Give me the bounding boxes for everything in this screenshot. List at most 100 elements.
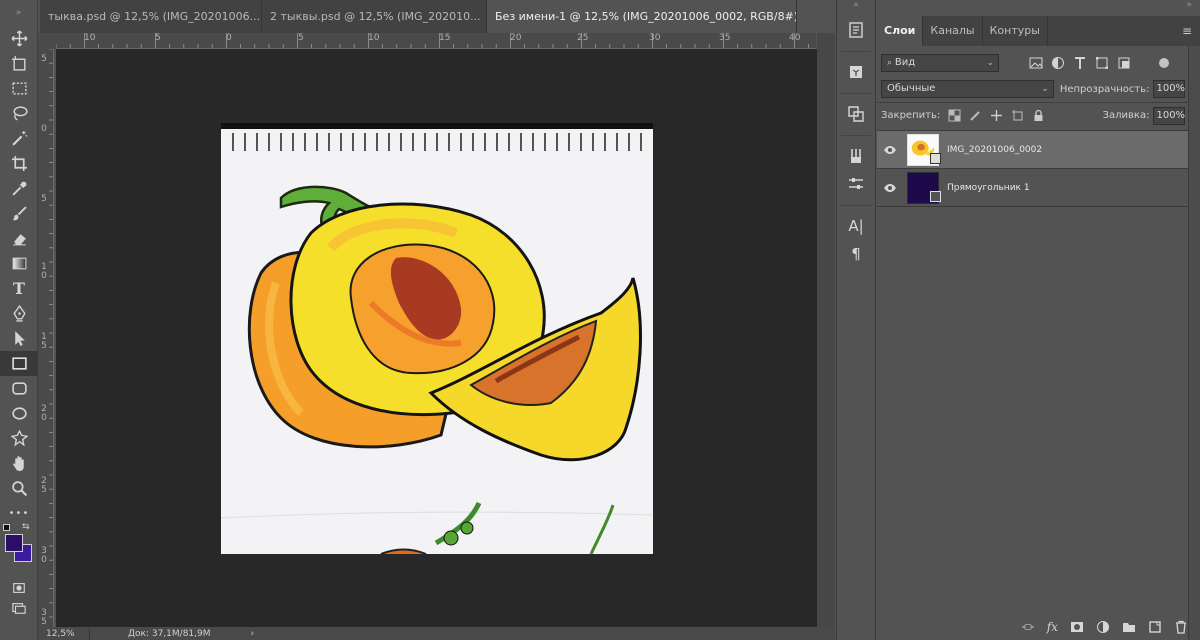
ruler-corner[interactable] xyxy=(38,33,56,49)
lock-all-icon[interactable] xyxy=(1032,109,1045,122)
move-tool[interactable] xyxy=(0,26,38,51)
adjustment-icon[interactable] xyxy=(1096,620,1110,634)
zoom-field[interactable]: 12,5% xyxy=(38,628,90,639)
more-icon: ••• xyxy=(8,508,30,519)
document-canvas[interactable] xyxy=(221,123,653,554)
vertical-ruler[interactable]: 5 0 5 1 0 1 5 2 0 2 5 3 0 3 5 xyxy=(38,49,54,627)
paragraph-icon: ¶ xyxy=(851,245,861,263)
layers-panel: » Слои Каналы Контуры ≡ ⌕ Вид ⌄ Обычные … xyxy=(877,0,1200,640)
gradient-tool[interactable] xyxy=(0,251,38,276)
doc-tab-1[interactable]: тыква.psd @ 12,5% (IMG_20201006...× xyxy=(40,0,262,33)
layer-name[interactable]: IMG_20201006_0002 xyxy=(947,145,1042,155)
character-icon: A| xyxy=(848,217,864,235)
rectangle-tool[interactable] xyxy=(0,351,38,376)
blend-mode-select[interactable]: Обычные ⌄ xyxy=(881,80,1054,98)
panel-menu-icon[interactable]: ≡ xyxy=(1182,24,1192,38)
path-selection-icon xyxy=(14,331,25,346)
trash-icon[interactable] xyxy=(1174,620,1188,634)
quick-mask-button[interactable] xyxy=(0,578,38,598)
history-panel-button[interactable] xyxy=(837,16,875,44)
hand-tool[interactable] xyxy=(0,451,38,476)
canvas-vertical-scrollbar[interactable] xyxy=(817,33,835,627)
search-icon: ⌕ xyxy=(887,58,895,68)
fx-icon[interactable]: fx xyxy=(1047,620,1058,634)
properties-panel-button[interactable] xyxy=(837,100,875,128)
canvas-pasteboard[interactable] xyxy=(56,49,817,627)
brush-tool[interactable] xyxy=(0,201,38,226)
lock-image-pixels-icon[interactable] xyxy=(969,109,982,122)
doc-tab-2[interactable]: 2 тыквы.psd @ 12,5% (IMG_202010...× xyxy=(262,0,487,33)
layer-filter-select[interactable]: ⌕ Вид ⌄ xyxy=(881,54,999,72)
group-icon[interactable] xyxy=(1122,620,1136,634)
fill-input[interactable]: 100% xyxy=(1153,106,1186,125)
rounded-rectangle-icon xyxy=(11,382,27,395)
brushes-panel-button[interactable] xyxy=(837,142,875,170)
toolbar-collapse-grip[interactable]: » xyxy=(0,0,37,26)
dock-collapse-grip[interactable]: « xyxy=(837,0,875,16)
layer-row[interactable]: Прямоугольник 1 xyxy=(877,169,1200,207)
type-filter-icon[interactable] xyxy=(1073,56,1087,70)
lock-artboard-icon[interactable] xyxy=(1011,109,1024,122)
ruler-label: 25 xyxy=(577,33,589,43)
panel-dock: « A| ¶ xyxy=(836,0,876,640)
more-tools[interactable]: ••• xyxy=(0,501,38,526)
screen-mode-button[interactable] xyxy=(0,598,38,618)
visibility-toggle[interactable] xyxy=(877,183,903,193)
layers-list: IMG_20201006_0002 Прямоугольник 1 xyxy=(877,130,1200,207)
paragraph-panel-button[interactable]: ¶ xyxy=(837,240,875,268)
tab-paths[interactable]: Контуры xyxy=(983,16,1048,46)
shape-filter-icon[interactable] xyxy=(1095,56,1109,70)
new-layer-icon[interactable] xyxy=(1148,620,1162,634)
layer-filter-icons xyxy=(1029,56,1169,70)
smart-object-badge xyxy=(930,152,941,164)
tab-layers[interactable]: Слои xyxy=(877,16,924,46)
magic-wand-tool[interactable] xyxy=(0,126,38,151)
link-icon[interactable] xyxy=(1021,620,1035,634)
horizontal-ruler[interactable]: 10 5 0 5 10 15 20 25 30 35 40 xyxy=(56,33,816,49)
default-colors-icon[interactable] xyxy=(3,524,10,531)
pen-tool[interactable] xyxy=(0,301,38,326)
lock-position-icon[interactable] xyxy=(990,109,1003,122)
lock-transparent-pixels-icon[interactable] xyxy=(948,109,961,122)
character-panel-button[interactable]: A| xyxy=(837,212,875,240)
path-selection-tool[interactable] xyxy=(0,326,38,351)
eraser-tool[interactable] xyxy=(0,226,38,251)
custom-shape-tool[interactable] xyxy=(0,426,38,451)
eraser-icon xyxy=(12,234,26,246)
artboard-icon xyxy=(11,56,26,71)
artboard-tool[interactable] xyxy=(0,51,38,76)
3d-panel-button[interactable] xyxy=(837,58,875,86)
adjustment-filter-icon[interactable] xyxy=(1051,56,1065,70)
rounded-rectangle-tool[interactable] xyxy=(0,376,38,401)
swap-colors-icon[interactable]: ⇆ xyxy=(22,522,30,532)
marquee-tool[interactable] xyxy=(0,76,38,101)
mask-icon[interactable] xyxy=(1070,620,1084,634)
tab-channels[interactable]: Каналы xyxy=(923,16,983,46)
lasso-tool[interactable] xyxy=(0,101,38,126)
ellipse-tool[interactable] xyxy=(0,401,38,426)
layer-name[interactable]: Прямоугольник 1 xyxy=(947,183,1030,193)
ellipse-icon xyxy=(11,407,27,420)
gradient-icon xyxy=(12,257,26,270)
opacity-input[interactable]: 100% xyxy=(1153,80,1186,98)
layer-row[interactable]: IMG_20201006_0002 xyxy=(877,131,1200,169)
panel-collapse-grip[interactable]: » xyxy=(877,0,1200,16)
rectangle-icon xyxy=(11,357,27,370)
blend-row: Обычные ⌄ Непрозрачность: 100% ▾ xyxy=(877,76,1200,102)
blend-mode-value: Обычные xyxy=(887,83,936,94)
image-filter-icon[interactable] xyxy=(1029,56,1043,70)
status-menu-arrow[interactable]: › xyxy=(251,629,255,639)
visibility-toggle[interactable] xyxy=(877,145,903,155)
crop-tool[interactable] xyxy=(0,151,38,176)
adjustments-panel-button[interactable] xyxy=(837,170,875,198)
filter-toggle-icon[interactable] xyxy=(1159,58,1169,68)
foreground-color[interactable] xyxy=(5,534,23,552)
layers-panel-scrollbar[interactable] xyxy=(1188,46,1200,640)
adjustments-icon xyxy=(849,178,863,189)
type-tool[interactable]: T xyxy=(0,276,38,301)
zoom-tool[interactable] xyxy=(0,476,38,501)
doc-tab-3[interactable]: Без имени-1 @ 12,5% (IMG_20201006_0002, … xyxy=(487,0,797,33)
eyedropper-tool[interactable] xyxy=(0,176,38,201)
smart-object-filter-icon[interactable] xyxy=(1117,56,1131,70)
dock-divider xyxy=(841,44,871,52)
